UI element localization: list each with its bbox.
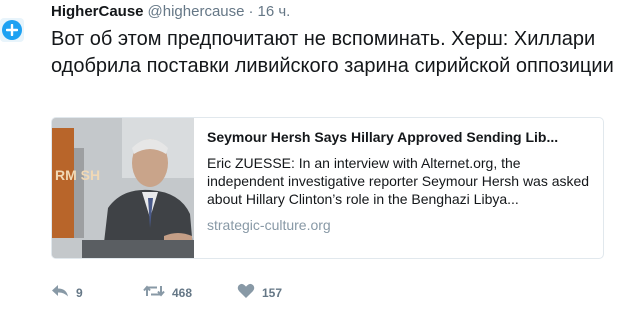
like-count: 157	[262, 286, 283, 300]
tweet-timestamp[interactable]: 16 ч.	[257, 3, 290, 20]
card-title[interactable]: Seymour Hersh Says Hillary Approved Send…	[207, 128, 597, 146]
reply-count: 9	[76, 286, 83, 300]
reply-button[interactable]: 9	[51, 283, 83, 303]
card-description: Eric ZUESSE: In an interview with Altern…	[207, 155, 590, 207]
retweet-count: 468	[172, 286, 193, 300]
link-card[interactable]: RM SH Seymour Hersh Says Hillary Approve…	[51, 117, 604, 259]
plus-icon	[2, 20, 22, 40]
card-domain[interactable]: strategic-culture.org	[207, 216, 597, 234]
reply-icon	[51, 284, 69, 303]
like-button[interactable]: 157	[237, 283, 282, 303]
separator-dot: ·	[248, 3, 254, 20]
tweet-text: Вот об этом предпочитают не вспоминать. …	[51, 28, 614, 77]
heart-icon	[237, 283, 255, 304]
tweet-header: HigherCause @highercause · 16 ч.	[51, 3, 290, 20]
card-thumbnail: RM SH	[52, 118, 194, 258]
retweet-button[interactable]: 468	[143, 283, 192, 303]
retweet-icon	[143, 284, 165, 303]
card-image-sign-text: RM SH	[55, 167, 100, 183]
author-name[interactable]: HigherCause	[51, 3, 144, 20]
card-body: Seymour Hersh Says Hillary Approved Send…	[207, 128, 597, 234]
profile-avatar[interactable]	[0, 18, 24, 42]
card-thumbnail-photo: RM SH	[52, 118, 194, 258]
author-handle[interactable]: @highercause	[148, 3, 245, 20]
